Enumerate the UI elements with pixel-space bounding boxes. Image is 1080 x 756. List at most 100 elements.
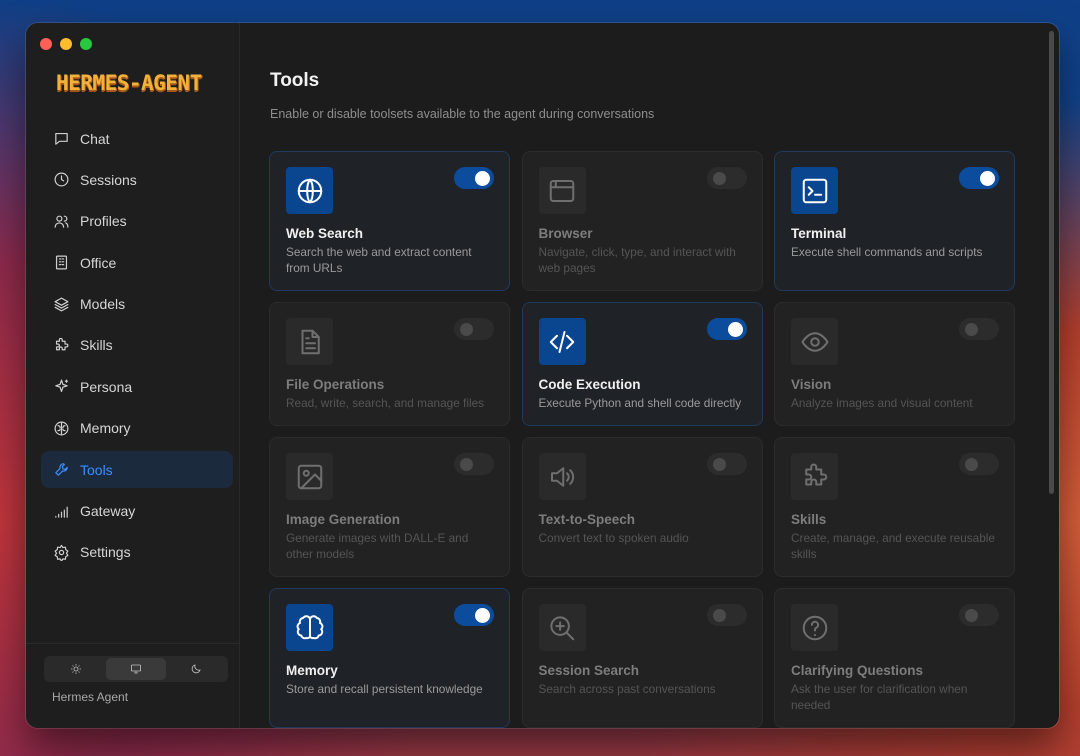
tool-description: Search across past conversations xyxy=(538,682,716,696)
tool-toggle[interactable] xyxy=(454,167,494,189)
toggle-knob xyxy=(965,609,978,622)
signal-icon xyxy=(55,506,68,518)
question-icon xyxy=(802,615,827,640)
minimize-window-button[interactable] xyxy=(60,38,72,50)
tool-card-memory[interactable]: Memory Store and recall persistent knowl… xyxy=(269,588,510,728)
tool-icon-box xyxy=(791,604,838,651)
tool-description: Store and recall persistent knowledge xyxy=(286,682,483,696)
sidebar: HERMES-AGENT Chat Sessions Profiles Offi… xyxy=(26,23,240,728)
tool-toggle[interactable] xyxy=(959,318,999,340)
sidebar-item-gateway[interactable]: Gateway xyxy=(41,493,233,530)
tool-name: Session Search xyxy=(538,663,640,678)
toggle-knob xyxy=(980,171,995,186)
sidebar-item-label: Chat xyxy=(80,130,110,147)
brain-icon xyxy=(54,421,69,436)
sidebar-item-office[interactable]: Office xyxy=(41,244,233,281)
sidebar-item-tools[interactable]: Tools xyxy=(41,451,233,489)
browser-window-icon xyxy=(549,179,575,202)
tool-description: Search the web and extract content from … xyxy=(286,245,472,275)
tool-toggle[interactable] xyxy=(706,167,747,189)
tool-card-session-search[interactable]: Session Search Search across past conver… xyxy=(521,588,763,728)
tool-toggle[interactable] xyxy=(959,167,999,189)
toggle-knob xyxy=(475,608,490,623)
theme-light-button[interactable] xyxy=(46,658,106,680)
tool-name: Memory xyxy=(286,663,338,678)
tool-icon-box xyxy=(286,318,333,365)
tool-description: Navigate, click, type, and interact with… xyxy=(538,245,736,275)
sidebar-item-chat[interactable]: Chat xyxy=(41,120,233,157)
sparkle-icon xyxy=(55,379,69,393)
tool-description: Execute shell commands and scripts xyxy=(791,245,983,259)
tool-card-skills[interactable]: Skills Create, manage, and execute reusa… xyxy=(774,437,1015,577)
wrench-icon xyxy=(55,463,68,476)
tool-icon-box xyxy=(791,318,838,365)
page-title: Tools xyxy=(270,70,320,91)
tool-card-image-generation[interactable]: Image Generation Generate images with DA… xyxy=(269,437,510,577)
tool-icon-box xyxy=(538,318,586,365)
tool-description: Execute Python and shell code directly xyxy=(538,396,742,410)
tool-name: Terminal xyxy=(791,226,847,241)
tool-card-code-execution[interactable]: Code Execution Execute Python and shell … xyxy=(521,302,763,426)
tool-description: Create, manage, and execute reusable ski… xyxy=(791,531,995,561)
monitor-icon xyxy=(131,664,141,674)
toggle-knob xyxy=(727,322,743,337)
theme-switcher xyxy=(44,656,228,682)
sidebar-item-models[interactable]: Models xyxy=(41,286,233,323)
tool-icon-box xyxy=(791,453,838,500)
theme-dark-button[interactable] xyxy=(166,658,226,680)
code-icon xyxy=(549,330,575,353)
tool-card-web-search[interactable]: Web Search Search the web and extract co… xyxy=(269,151,510,291)
terminal-icon xyxy=(802,178,827,203)
sidebar-item-label: Profiles xyxy=(80,213,127,230)
toggle-knob xyxy=(965,458,978,471)
sidebar-item-label: Memory xyxy=(80,420,131,437)
tool-toggle[interactable] xyxy=(454,453,494,475)
sidebar-nav: Chat Sessions Profiles Office Models Ski… xyxy=(41,120,233,575)
moon-icon xyxy=(191,664,201,674)
sidebar-item-persona[interactable]: Persona xyxy=(41,368,233,405)
layers-icon xyxy=(54,297,69,312)
tool-name: Browser xyxy=(538,226,593,241)
tool-toggle[interactable] xyxy=(959,604,999,626)
toggle-knob xyxy=(460,323,473,336)
tool-name: Code Execution xyxy=(538,377,641,392)
eye-icon xyxy=(801,331,828,352)
tool-card-browser[interactable]: Browser Navigate, click, type, and inter… xyxy=(521,151,763,291)
image-icon xyxy=(297,464,322,489)
toggle-knob xyxy=(475,171,490,186)
sun-icon xyxy=(71,664,81,674)
sidebar-item-profiles[interactable]: Profiles xyxy=(41,203,233,240)
tool-toggle[interactable] xyxy=(706,453,747,475)
tool-toggle[interactable] xyxy=(454,318,494,340)
tool-name: Clarifying Questions xyxy=(791,663,924,678)
sidebar-item-memory[interactable]: Memory xyxy=(41,410,233,447)
gear-icon xyxy=(54,544,69,561)
sidebar-item-settings[interactable]: Settings xyxy=(41,534,233,571)
tool-toggle[interactable] xyxy=(706,318,747,340)
zoom-in-icon xyxy=(550,615,575,640)
theme-system-button[interactable] xyxy=(106,658,166,680)
sidebar-item-label: Settings xyxy=(80,544,131,561)
maximize-window-button[interactable] xyxy=(80,38,92,50)
tool-card-text-to-speech[interactable]: Text-to-Speech Convert text to spoken au… xyxy=(521,437,763,577)
globe-icon xyxy=(297,178,322,203)
tool-card-vision[interactable]: Vision Analyze images and visual content xyxy=(774,302,1015,426)
sidebar-item-skills[interactable]: Skills xyxy=(41,327,233,364)
sidebar-item-label: Tools xyxy=(80,461,113,478)
sidebar-item-sessions[interactable]: Sessions xyxy=(41,161,233,198)
tool-toggle[interactable] xyxy=(706,604,747,626)
sidebar-item-label: Office xyxy=(80,254,117,271)
sidebar-item-label: Sessions xyxy=(80,171,137,188)
tool-description: Generate images with DALL-E and other mo… xyxy=(286,531,469,561)
tool-card-clarifying-questions[interactable]: Clarifying Questions Ask the user for cl… xyxy=(774,588,1015,728)
close-window-button[interactable] xyxy=(40,38,52,50)
tool-toggle[interactable] xyxy=(454,604,494,626)
puzzle-icon xyxy=(55,337,69,351)
tool-card-file-operations[interactable]: File Operations Read, write, search, and… xyxy=(269,302,510,426)
app-window: HERMES-AGENT Chat Sessions Profiles Offi… xyxy=(26,23,1059,728)
scrollbar[interactable] xyxy=(1049,31,1054,494)
tool-card-terminal[interactable]: Terminal Execute shell commands and scri… xyxy=(774,151,1015,291)
tool-description: Ask the user for clarification when need… xyxy=(791,682,968,712)
users-icon xyxy=(54,215,69,228)
tool-toggle[interactable] xyxy=(959,453,999,475)
